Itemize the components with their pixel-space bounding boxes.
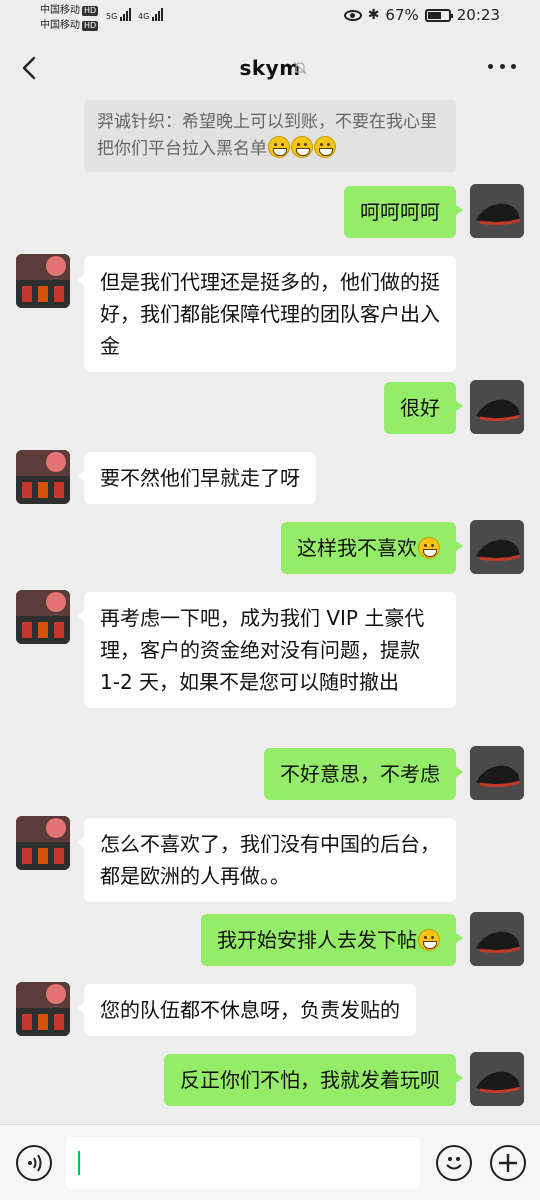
quoted-message: 羿诚针织：希望晚上可以到账，不要在我心里把你们平台拉入黑名单 xyxy=(84,100,456,172)
my-avatar[interactable] xyxy=(470,1052,524,1106)
status-bar: 中国移动 HD 中国移动 HD 5G 4G ✱ 67% 20:23 xyxy=(0,0,540,36)
message-bubble-sent[interactable]: 很好 xyxy=(384,382,463,434)
contact-avatar[interactable] xyxy=(16,254,70,308)
chat-screen: 中国移动 HD 中国移动 HD 5G 4G ✱ 67% 20:23 skym 羿… xyxy=(0,0,540,1200)
message-input[interactable] xyxy=(66,1137,420,1189)
my-avatar[interactable] xyxy=(470,184,524,238)
smiley-face-icon xyxy=(446,1157,462,1170)
grin-emoji-icon xyxy=(418,537,440,559)
status-right: ✱ 67% 20:23 xyxy=(343,6,500,24)
more-options-icon[interactable] xyxy=(488,64,516,72)
contact-avatar[interactable] xyxy=(16,816,70,870)
battery-percent: 67% xyxy=(385,6,419,24)
message-bubble-received[interactable]: 再考虑一下吧，成为我们 VIP 土豪代理，客户的资金绝对没有问题，提款 1-2 … xyxy=(77,592,456,708)
hd-badge-2: HD xyxy=(82,21,99,31)
chat-title: skym xyxy=(239,56,301,80)
carrier-2: 中国移动 HD xyxy=(40,20,99,31)
network-1-label: 5G xyxy=(106,12,118,21)
grin-emoji-icon xyxy=(268,136,290,158)
message-text: 要不然他们早就走了呀 xyxy=(100,466,300,490)
carrier-1: 中国移动 HD xyxy=(40,5,99,16)
message-text: 这样我不喜欢 xyxy=(297,536,417,560)
signal-2-icon: 4G xyxy=(138,8,164,21)
clock: 20:23 xyxy=(456,6,500,24)
voice-input-button[interactable] xyxy=(16,1145,52,1181)
message-text: 很好 xyxy=(400,396,440,420)
message-text: 不好意思，不考虑 xyxy=(280,762,440,786)
contact-avatar[interactable] xyxy=(16,982,70,1036)
message-text: 但是我们代理还是挺多的，他们做的挺好，我们都能保障代理的团队客户出入金 xyxy=(100,270,440,358)
contact-avatar[interactable] xyxy=(16,450,70,504)
message-bubble-received[interactable]: 要不然他们早就走了呀 xyxy=(77,452,316,504)
text-caret xyxy=(78,1151,80,1175)
message-text: 怎么不喜欢了，我们没有中国的后台，都是欧洲的人再做。。 xyxy=(100,832,440,888)
message-bubble-sent[interactable]: 不好意思，不考虑 xyxy=(264,748,463,800)
my-avatar[interactable] xyxy=(470,520,524,574)
grin-emoji-icon xyxy=(418,929,440,951)
emoji-button[interactable] xyxy=(436,1145,472,1181)
grin-emoji-icon xyxy=(291,136,313,158)
message-bubble-sent[interactable]: 我开始安排人去发下帖 xyxy=(201,914,463,966)
mute-bell-icon xyxy=(293,61,307,75)
chat-header: skym xyxy=(0,36,540,100)
contact-avatar[interactable] xyxy=(16,590,70,644)
message-bubble-sent[interactable]: 呵呵呵呵 xyxy=(344,186,463,238)
battery-icon xyxy=(424,8,453,22)
message-bubble-received[interactable]: 但是我们代理还是挺多的，他们做的挺好，我们都能保障代理的团队客户出入金 xyxy=(77,256,456,372)
message-text: 您的队伍都不休息呀，负责发贴的 xyxy=(100,998,400,1022)
message-text: 呵呵呵呵 xyxy=(360,200,440,224)
message-text: 反正你们不怕，我就发着玩呗 xyxy=(180,1068,440,1092)
signal-1-icon: 5G xyxy=(106,8,132,21)
network-2-label: 4G xyxy=(138,12,150,21)
my-avatar[interactable] xyxy=(470,912,524,966)
plus-circle-icon xyxy=(499,1154,517,1172)
message-bubble-sent[interactable]: 反正你们不怕，我就发着玩呗 xyxy=(164,1054,463,1106)
message-text: 再考虑一下吧，成为我们 VIP 土豪代理，客户的资金绝对没有问题，提款 1-2 … xyxy=(100,606,425,694)
grin-emoji-icon xyxy=(314,136,336,158)
carrier-2-label: 中国移动 xyxy=(40,20,80,31)
message-text: 我开始安排人去发下帖 xyxy=(217,928,417,952)
message-bubble-received[interactable]: 您的队伍都不休息呀，负责发贴的 xyxy=(77,984,416,1036)
message-bubble-sent[interactable]: 这样我不喜欢 xyxy=(281,522,463,574)
my-avatar[interactable] xyxy=(470,380,524,434)
bluetooth-icon: ✱ xyxy=(367,7,380,23)
message-bubble-received[interactable]: 怎么不喜欢了，我们没有中国的后台，都是欧洲的人再做。。 xyxy=(77,818,456,902)
input-bar xyxy=(0,1124,540,1200)
more-actions-button[interactable] xyxy=(490,1145,526,1181)
my-avatar[interactable] xyxy=(470,746,524,800)
carrier-1-label: 中国移动 xyxy=(40,5,80,16)
quoted-message-text: 羿诚针织：希望晚上可以到账，不要在我心里把你们平台拉入黑名单 xyxy=(97,112,437,159)
hd-badge-1: HD xyxy=(82,6,99,16)
voice-wave-icon xyxy=(28,1154,42,1172)
eye-icon xyxy=(343,9,362,21)
